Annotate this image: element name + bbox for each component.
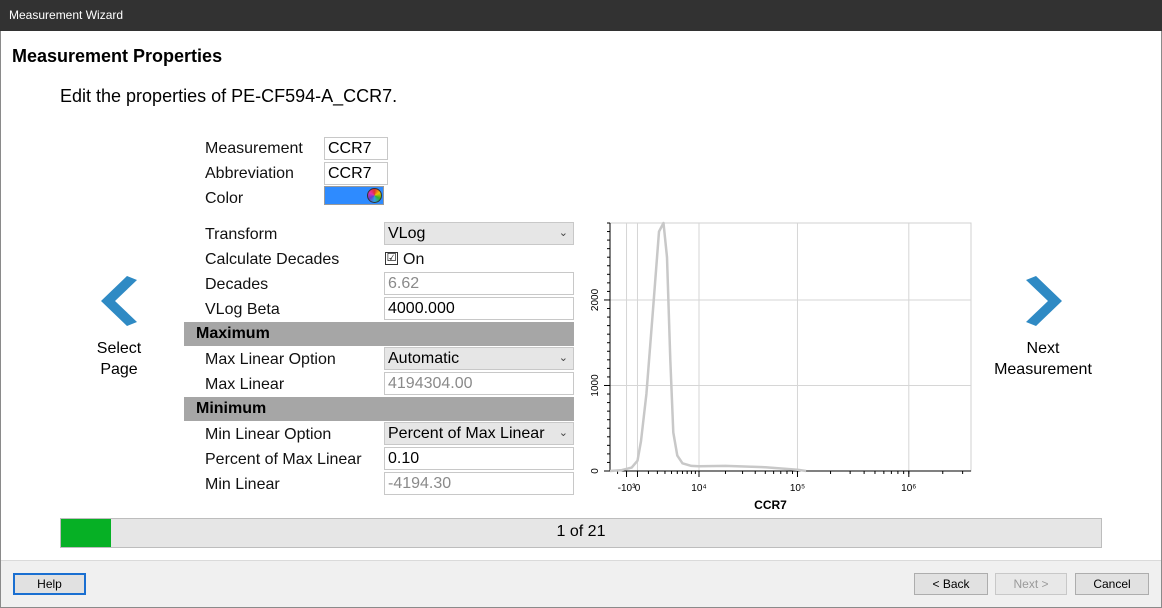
color-wheel-icon[interactable] — [367, 188, 382, 203]
min-linear-option-value: Percent of Max Linear — [388, 425, 545, 442]
next-button[interactable]: Next > — [995, 573, 1067, 595]
transform-select[interactable]: VLog ⌄ — [384, 222, 574, 245]
chevron-down-icon: ⌄ — [558, 352, 568, 364]
progress-bar: 1 of 21 — [60, 518, 1102, 548]
help-button[interactable]: Help — [13, 573, 86, 595]
page-title: Measurement Properties — [12, 46, 223, 66]
y-tick-label: 1000 — [590, 374, 601, 397]
max-linear-option-label: Max Linear Option — [205, 351, 336, 368]
progress-text: 1 of 21 — [556, 523, 606, 540]
max-linear-input: 4194304.00 — [384, 372, 574, 395]
chevron-down-icon: ⌄ — [558, 427, 568, 439]
measurement-label: Measurement — [205, 140, 303, 157]
calc-decades-label: Calculate Decades — [205, 251, 340, 268]
percent-max-linear-label: Percent of Max Linear — [205, 451, 362, 468]
window-title-bar: Measurement Wizard — [0, 0, 1162, 31]
page-subtitle: Edit the properties of PE-CF594-A_CCR7. — [60, 86, 398, 106]
abbreviation-input[interactable]: CCR7 — [324, 162, 388, 185]
x-axis-label: CCR7 — [754, 498, 787, 512]
y-tick-label: 2000 — [590, 288, 601, 311]
min-linear-option-select[interactable]: Percent of Max Linear ⌄ — [384, 422, 574, 445]
vlog-beta-input[interactable]: 4000.000 — [384, 297, 574, 320]
max-linear-label: Max Linear — [205, 376, 285, 393]
left-chevron-shape — [101, 276, 137, 326]
next-measurement-label[interactable]: Next Measurement — [988, 338, 1098, 380]
y-tick-label: 0 — [590, 468, 601, 474]
select-page-arrow-icon[interactable] — [99, 276, 139, 331]
color-label: Color — [205, 190, 244, 207]
select-page-label[interactable]: Select Page — [78, 338, 160, 380]
min-linear-label: Min Linear — [205, 476, 280, 493]
minimum-section-header: Minimum — [184, 397, 574, 421]
calc-decades-checkbox[interactable]: ☑ — [385, 252, 398, 265]
back-button[interactable]: < Back — [914, 573, 988, 595]
next-measurement-label-line2: Measurement — [994, 361, 1092, 378]
max-linear-option-select[interactable]: Automatic ⌄ — [384, 347, 574, 370]
calc-decades-on-label: On — [403, 251, 425, 268]
x-tick-label: 10⁴ — [691, 483, 706, 494]
select-page-label-line1: Select — [96, 340, 142, 357]
vlog-beta-label: VLog Beta — [205, 301, 280, 318]
histogram-svg: 010002000-10³ 0 10⁴ 10⁵ 10⁶CCR7 — [590, 221, 972, 512]
decades-input: 6.62 — [384, 272, 574, 295]
select-page-label-line2: Page — [100, 361, 138, 378]
next-measurement-label-line1: Next — [1026, 340, 1060, 357]
right-chevron-shape — [1026, 276, 1062, 326]
transform-value: VLog — [388, 225, 426, 242]
x-tick-label: -10³ — [618, 483, 636, 494]
min-linear-input: -4194.30 — [384, 472, 574, 495]
histogram-chart: 0 1000 2000 -10³ 0 10⁴ 10⁵ 10⁶ CCR7 — [580, 215, 980, 515]
abbreviation-label: Abbreviation — [205, 165, 294, 182]
maximum-section-header: Maximum — [184, 322, 574, 346]
x-tick-label: 10⁶ — [901, 483, 916, 494]
max-linear-option-value: Automatic — [388, 350, 460, 367]
measurement-input[interactable]: CCR7 — [324, 137, 388, 160]
percent-max-linear-input[interactable]: 0.10 — [384, 447, 574, 470]
next-measurement-arrow-icon[interactable] — [1024, 276, 1064, 331]
decades-label: Decades — [205, 276, 269, 293]
min-linear-option-label: Min Linear Option — [205, 426, 332, 443]
x-tick-label: 0 — [635, 483, 641, 494]
chevron-down-icon: ⌄ — [558, 227, 568, 239]
plot-frame — [609, 222, 972, 472]
cancel-button[interactable]: Cancel — [1075, 573, 1149, 595]
window-title: Measurement Wizard — [9, 8, 124, 22]
x-tick-label: 10⁵ — [790, 483, 805, 494]
transform-label: Transform — [205, 226, 278, 243]
